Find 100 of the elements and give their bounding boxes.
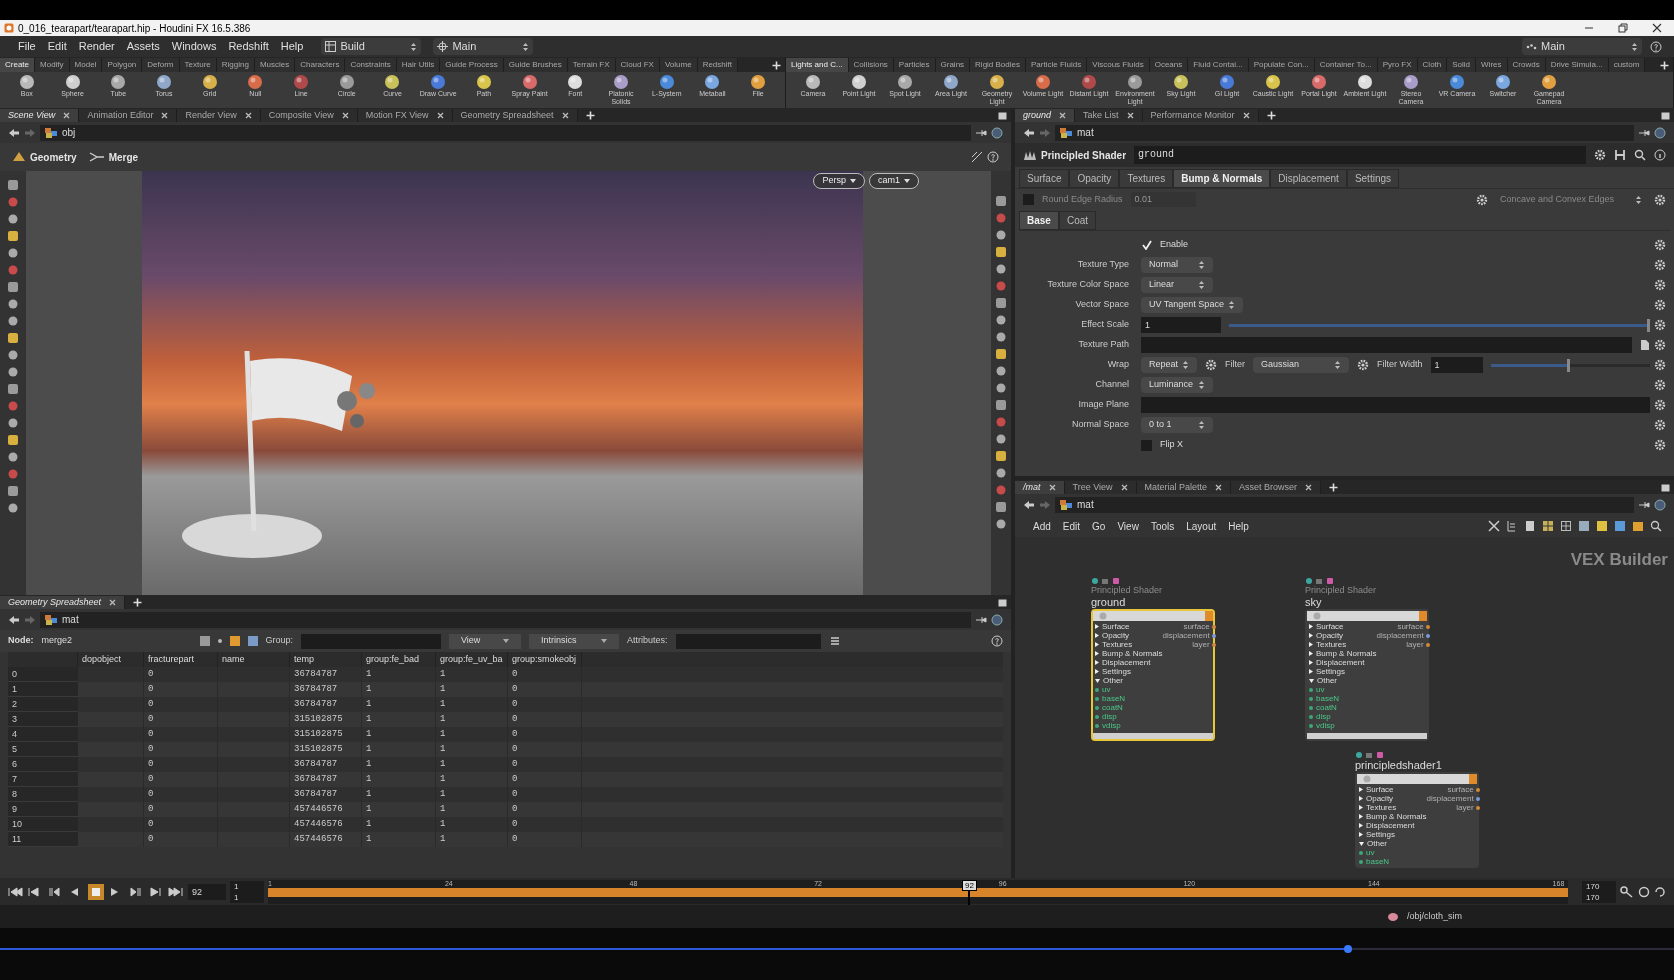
shelf-tab[interactable]: Container To... (1314, 58, 1378, 72)
shelf-tab[interactable]: Characters (295, 58, 346, 72)
pane-tab[interactable]: Geometry Spreadsheet (0, 596, 126, 609)
folder-tab[interactable]: Base (1019, 211, 1059, 230)
end-frame-field[interactable]: 170 (1582, 891, 1616, 903)
menu-item[interactable]: Help (274, 38, 310, 55)
pane-tab[interactable]: /mat (1015, 481, 1065, 494)
pane-tab[interactable]: Tree View (1064, 481, 1137, 494)
row-header[interactable]: 4 (8, 727, 78, 742)
dropdown[interactable]: Normal (1141, 257, 1213, 273)
folder-tab[interactable]: Coat (1058, 211, 1097, 230)
shelf-tab[interactable]: Particles (893, 58, 936, 72)
pane-tab[interactable]: Take List (1075, 109, 1143, 122)
menu-item[interactable]: Windows (165, 38, 223, 55)
node-name-label[interactable]: ground (1091, 596, 1215, 609)
attributes-field[interactable] (675, 633, 821, 649)
pane-tab[interactable]: Performance Monitor (1142, 109, 1259, 122)
shelf-tab[interactable]: Hair Utils (396, 58, 441, 72)
pane-tab[interactable]: Geometry Spreadsheet (452, 109, 578, 122)
menu-item[interactable]: Help (1222, 518, 1255, 534)
shelf-tab[interactable]: Create (0, 58, 35, 72)
desktop-selector[interactable]: Main (433, 38, 534, 55)
menu-item[interactable]: View (1111, 518, 1145, 534)
number-field[interactable]: 0.01 (1130, 192, 1196, 207)
breadcrumb[interactable]: Geometry (30, 149, 77, 165)
pane-tab[interactable]: Scene View (0, 109, 80, 122)
desktop-selector[interactable]: Main (1522, 38, 1642, 55)
shelf-tab[interactable]: Guide Brushes (503, 58, 568, 72)
shelf-tab[interactable]: Polygon (102, 58, 143, 72)
shelf-tab[interactable]: Oceans (1149, 58, 1189, 72)
shelf-tab[interactable]: Particle Fluids (1026, 58, 1088, 72)
dropdown[interactable]: 0 to 1 (1141, 417, 1213, 433)
menu-item[interactable]: Render (72, 38, 121, 55)
text-field[interactable] (1141, 397, 1650, 413)
dropdown[interactable]: Gaussian (1253, 357, 1349, 373)
shelf-tab[interactable]: Cloud FX (615, 58, 660, 72)
slider-handle[interactable] (1647, 318, 1650, 332)
row-header[interactable]: 2 (8, 697, 78, 712)
folder-tab[interactable]: Bump & Normals (1173, 169, 1271, 188)
file-path-field[interactable] (1141, 337, 1632, 353)
dropdown[interactable]: Linear (1141, 277, 1213, 293)
timeline-range-bar[interactable] (268, 887, 1568, 897)
path-field[interactable]: mat (1055, 496, 1634, 513)
row-header[interactable]: 5 (8, 742, 78, 757)
desktop-selector[interactable]: Build (321, 38, 422, 55)
shelf-tab[interactable]: Cloth (1417, 58, 1448, 72)
shelf-tab[interactable]: Wires (1476, 58, 1508, 72)
row-header[interactable]: 8 (8, 787, 78, 802)
camera-menu[interactable]: Persp (813, 173, 865, 189)
row-header[interactable]: 9 (8, 802, 78, 817)
shelf-tab[interactable]: Fluid Contai... (1188, 58, 1249, 72)
shelf-tab[interactable]: Rigid Bodies (970, 58, 1026, 72)
shelf-tab[interactable]: Volume (659, 58, 698, 72)
row-header[interactable]: 0 (8, 667, 78, 682)
number-field[interactable]: 1 (1430, 357, 1483, 373)
end-frame-field[interactable]: 170 (1582, 880, 1616, 892)
start-frame-field[interactable]: 1 (230, 880, 264, 892)
pane-tab[interactable]: Material Palette (1136, 481, 1232, 494)
row-header[interactable]: 6 (8, 757, 78, 772)
menu-item[interactable]: Go (1086, 518, 1112, 534)
shelf-tab[interactable]: Crowds (1507, 58, 1546, 72)
slider-handle[interactable] (1567, 358, 1571, 372)
row-header[interactable]: 3 (8, 712, 78, 727)
folder-tab[interactable]: Displacement (1270, 169, 1347, 188)
pane-tab[interactable]: Composite View (260, 109, 358, 122)
menu-item[interactable]: Assets (120, 38, 166, 55)
slider[interactable] (1490, 358, 1650, 372)
dropdown[interactable]: Luminance (1141, 377, 1213, 393)
shelf-tab[interactable]: Drive Simula... (1545, 58, 1609, 72)
path-field[interactable]: obj (40, 124, 971, 141)
shelf-tab[interactable]: Deform (142, 58, 180, 72)
menu-item[interactable]: Layout (1180, 518, 1223, 534)
pane-tab[interactable]: Asset Browser (1231, 481, 1322, 494)
checkbox[interactable] (1023, 194, 1034, 205)
menu-item[interactable]: Tools (1144, 518, 1181, 534)
shelf-tab[interactable]: Solid (1447, 58, 1477, 72)
folder-tab[interactable]: Textures (1119, 169, 1174, 188)
video-progress-handle[interactable] (1343, 945, 1352, 953)
shelf-tab[interactable]: Populate Con... (1248, 58, 1315, 72)
shelf-tab[interactable]: Terrain FX (567, 58, 616, 72)
playhead[interactable]: 92 (962, 879, 977, 905)
pane-tab[interactable]: ground (1015, 109, 1076, 122)
menu-item[interactable]: Add (1027, 518, 1057, 534)
path-field[interactable]: mat (40, 611, 971, 628)
start-frame-field[interactable]: 1 (230, 891, 264, 903)
shader-node[interactable]: Surface Opacity Textures Bump & Normals Displacement Settings Other uv baseN coatN disp vdisp surface displacement layer (1091, 609, 1215, 741)
menu-item[interactable]: File (12, 38, 42, 55)
shelf-tab[interactable]: Viscous Fluids (1087, 58, 1150, 72)
shelf-tab[interactable]: custom (1608, 58, 1646, 72)
shader-node[interactable]: Surface Opacity Textures Bump & Normals Displacement Settings Other uv baseN coatN disp vdisp surface displacement layer (1305, 609, 1429, 741)
view-menu[interactable]: View (449, 633, 521, 649)
folder-tab[interactable]: Surface (1019, 169, 1070, 188)
row-header[interactable]: 1 (8, 682, 78, 697)
folder-tab[interactable]: Opacity (1069, 169, 1120, 188)
dropdown[interactable]: Repeat (1141, 357, 1197, 373)
shelf-tab[interactable]: Collisions (848, 58, 894, 72)
row-header[interactable]: 10 (8, 817, 78, 832)
pane-tab[interactable]: Animation Editor (79, 109, 178, 122)
node-name-label[interactable]: sky (1305, 596, 1429, 609)
shelf-tab[interactable]: Rigging (216, 58, 255, 72)
